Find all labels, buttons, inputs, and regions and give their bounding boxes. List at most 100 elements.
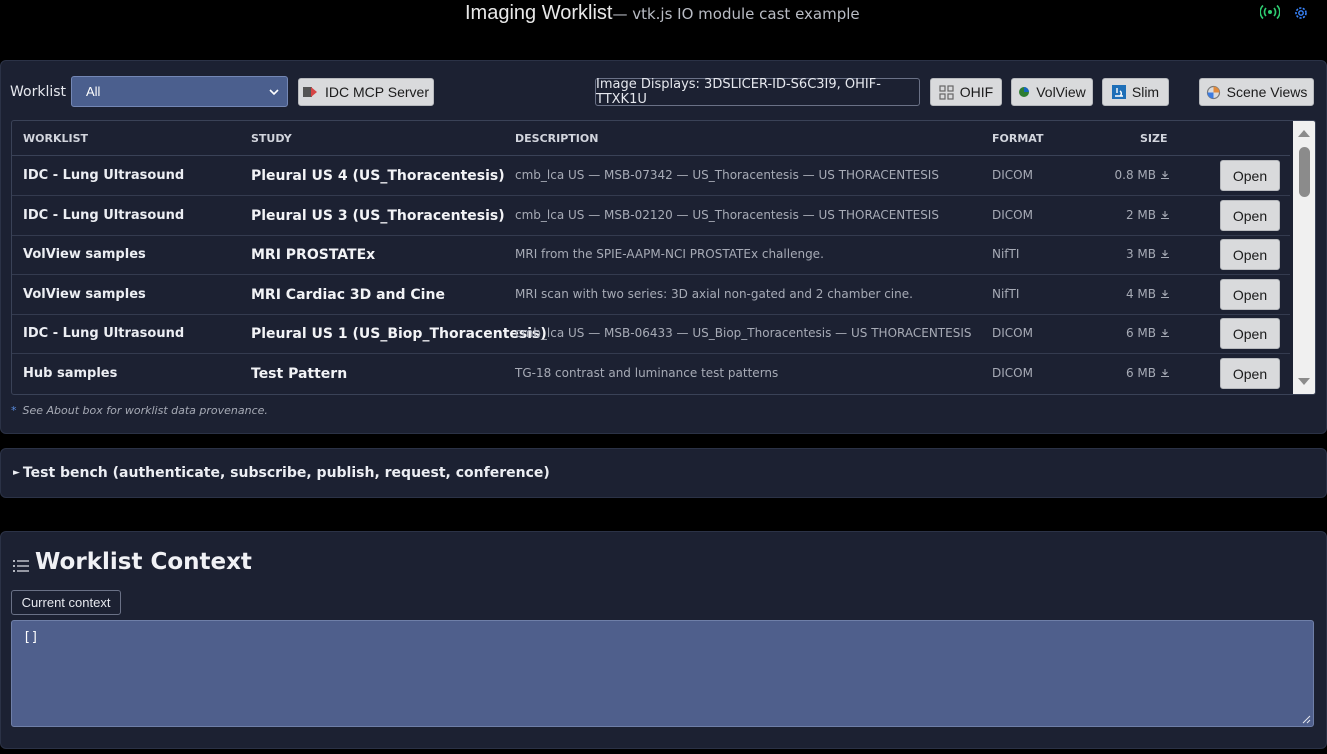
size-value: 2 MB	[1125, 208, 1156, 222]
scene-views-button[interactable]: Scene Views	[1199, 78, 1314, 106]
cell-format: NifTI	[992, 287, 1020, 301]
header-size[interactable]: SIZE	[1140, 132, 1168, 145]
scene-views-label: Scene Views	[1226, 84, 1308, 100]
cell-size: 6 MB	[1126, 326, 1170, 340]
cell-size: 6 MB	[1126, 366, 1170, 380]
worklist-select[interactable]: All	[71, 76, 288, 107]
size-value: 6 MB	[1125, 366, 1156, 380]
slim-label: Slim	[1131, 84, 1160, 100]
cell-study: MRI Cardiac 3D and Cine	[251, 287, 445, 303]
microscope-icon	[1111, 85, 1126, 99]
top-bar: Imaging Worklist— vtk.js IO module cast …	[0, 0, 1327, 32]
test-bench-label: Test bench (authenticate, subscribe, pub…	[22, 465, 550, 481]
test-bench-summary[interactable]: ► Test bench (authenticate, subscribe, pu…	[13, 465, 550, 481]
cell-study: MRI PROSTATEx	[251, 247, 376, 263]
image-displays-button[interactable]: Image Displays: 3DSLICER-ID-S6C3I9, OHIF…	[595, 77, 920, 107]
cell-size: 0.8 MB	[1115, 168, 1170, 182]
download-icon[interactable]	[1160, 368, 1170, 378]
ohif-button[interactable]: OHIF	[930, 78, 1002, 106]
cell-study: Pleural US 1 (US_Biop_Thoracentesis)	[251, 326, 547, 342]
volview-label: VolView	[1036, 84, 1086, 100]
table-row[interactable]: IDC - Lung Ultrasound Pleural US 3 (US_T…	[12, 196, 1290, 236]
app-title: Imaging Worklist	[465, 2, 613, 24]
footnote-marker: *	[11, 404, 17, 417]
gear-icon[interactable]	[1293, 5, 1309, 25]
table-row[interactable]: IDC - Lung Ultrasound Pleural US 1 (US_B…	[12, 314, 1290, 354]
cell-description: TG-18 contrast and luminance test patter…	[515, 366, 779, 380]
idc-logo-icon	[303, 87, 317, 97]
footnote-text: See About box for worklist data provenan…	[22, 404, 268, 417]
download-icon[interactable]	[1160, 210, 1170, 220]
grid-icon	[939, 84, 954, 100]
cell-study: Pleural US 3 (US_Thoracentesis)	[251, 208, 505, 224]
table-row[interactable]: VolView samples MRI PROSTATEx MRI from t…	[12, 235, 1290, 275]
header-worklist[interactable]: WORKLIST	[23, 132, 88, 145]
cell-description: MRI from the SPIE-AAPM-NCI PROSTATEx cha…	[515, 247, 824, 261]
scroll-down-icon[interactable]	[1297, 377, 1311, 387]
table-header: WORKLIST STUDY DESCRIPTION FORMAT SIZE	[12, 121, 1290, 156]
cell-format: DICOM	[992, 208, 1033, 222]
slim-button[interactable]: Slim	[1102, 78, 1169, 106]
header-study[interactable]: STUDY	[251, 132, 292, 145]
context-value: []	[23, 630, 39, 645]
cell-worklist: IDC - Lung Ultrasound	[23, 168, 185, 183]
app-subtitle: — vtk.js IO module cast example	[612, 5, 860, 23]
cell-worklist: VolView samples	[23, 247, 146, 262]
idc-mcp-server-button[interactable]: IDC MCP Server	[298, 78, 434, 106]
open-button[interactable]: Open	[1220, 358, 1280, 389]
worklist-table[interactable]: WORKLIST STUDY DESCRIPTION FORMAT SIZE I…	[11, 120, 1316, 395]
scrollbar-thumb[interactable]	[1299, 147, 1310, 197]
cell-description: cmb_lca US — MSB-06433 — US_Biop_Thorace…	[515, 326, 972, 340]
cell-worklist: VolView samples	[23, 287, 146, 302]
open-button[interactable]: Open	[1220, 279, 1280, 310]
table-row[interactable]: Hub samples Test Pattern TG-18 contrast …	[12, 354, 1290, 393]
open-button[interactable]: Open	[1220, 160, 1280, 191]
download-icon[interactable]	[1160, 289, 1170, 299]
size-value: 0.8 MB	[1114, 168, 1156, 182]
table-row[interactable]: IDC - Lung Ultrasound Pleural US 4 (US_T…	[12, 156, 1290, 196]
scroll-up-icon[interactable]	[1297, 128, 1311, 138]
download-icon[interactable]	[1160, 249, 1170, 259]
idc-mcp-server-label: IDC MCP Server	[325, 84, 429, 100]
scene-icon	[1206, 85, 1220, 99]
cell-description: MRI scan with two series: 3D axial non-g…	[515, 287, 913, 301]
open-button[interactable]: Open	[1220, 200, 1280, 231]
context-textarea[interactable]: []	[11, 620, 1314, 727]
volview-button[interactable]: VolView	[1011, 78, 1093, 106]
header-format[interactable]: FORMAT	[992, 132, 1043, 145]
size-value: 3 MB	[1125, 247, 1156, 261]
test-bench-panel[interactable]: ► Test bench (authenticate, subscribe, pu…	[0, 448, 1327, 498]
table-row[interactable]: VolView samples MRI Cardiac 3D and Cine …	[12, 275, 1290, 315]
resize-grip-icon[interactable]	[1301, 714, 1311, 724]
cell-worklist: IDC - Lung Ultrasound	[23, 208, 185, 223]
size-value: 4 MB	[1125, 287, 1156, 301]
download-icon[interactable]	[1160, 328, 1170, 338]
download-icon[interactable]	[1160, 170, 1170, 180]
open-button[interactable]: Open	[1220, 239, 1280, 270]
cell-format: DICOM	[992, 168, 1033, 182]
worklist-label: Worklist	[10, 84, 67, 100]
current-context-button[interactable]: Current context	[11, 590, 121, 615]
cell-worklist: IDC - Lung Ultrasound	[23, 326, 185, 341]
worklist-context-panel: Worklist Context Current context []	[0, 531, 1327, 749]
table-scrollbar[interactable]	[1293, 121, 1315, 394]
cell-study: Test Pattern	[251, 366, 348, 382]
expand-triangle-icon: ►	[13, 468, 20, 478]
cell-format: DICOM	[992, 326, 1033, 340]
open-button[interactable]: Open	[1220, 318, 1280, 349]
cell-format: DICOM	[992, 366, 1033, 380]
cell-worklist: Hub samples	[23, 366, 118, 381]
page-title: Imaging Worklist— vtk.js IO module cast …	[465, 2, 860, 25]
list-icon	[13, 560, 29, 572]
worklist-context-title: Worklist Context	[35, 549, 252, 575]
provenance-note: * See About box for worklist data provena…	[11, 404, 268, 417]
chevron-down-icon	[269, 89, 279, 96]
cell-size: 3 MB	[1126, 247, 1170, 261]
broadcast-icon[interactable]	[1259, 4, 1281, 24]
cell-format: NifTI	[992, 247, 1020, 261]
image-displays-label: Image Displays: 3DSLICER-ID-S6C3I9, OHIF…	[596, 77, 881, 107]
cell-description: cmb_lca US — MSB-07342 — US_Thoracentesi…	[515, 168, 939, 182]
size-value: 6 MB	[1125, 326, 1156, 340]
header-description[interactable]: DESCRIPTION	[515, 132, 598, 145]
cell-study: Pleural US 4 (US_Thoracentesis)	[251, 168, 505, 184]
